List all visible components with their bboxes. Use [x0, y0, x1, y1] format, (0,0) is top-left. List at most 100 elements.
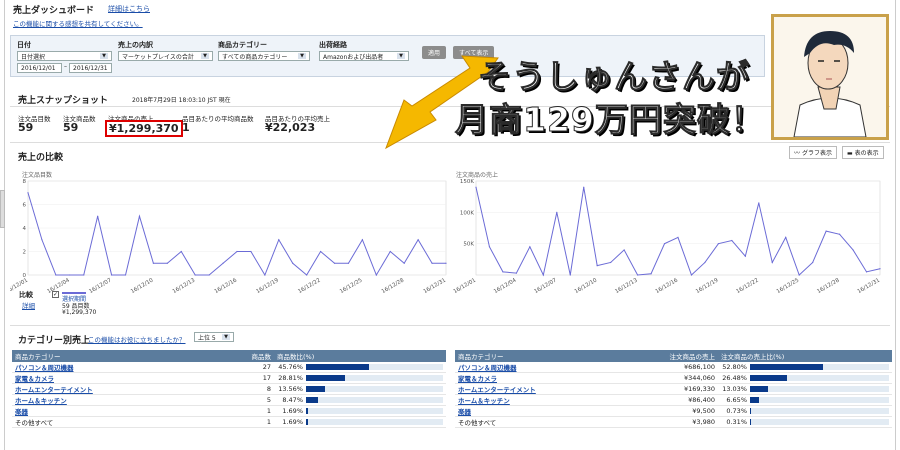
category-name-text[interactable]: 家電＆カメラ [458, 375, 497, 383]
banner-line2: 月商129万円突破！ [455, 100, 765, 140]
data-point [744, 255, 746, 257]
data-point [758, 202, 760, 204]
data-point [347, 262, 350, 264]
compare-detail-link[interactable]: 詳細 [22, 300, 35, 310]
date-to-input[interactable]: 2016/12/31 [69, 63, 112, 73]
category-pct: 28.81% [278, 374, 303, 382]
data-point [69, 274, 71, 276]
data-point [83, 274, 85, 276]
category-label: 商品カテゴリー [218, 41, 267, 49]
share-bar-fill [306, 419, 309, 425]
data-point [97, 215, 99, 217]
category-name-text: その他すべて [15, 419, 54, 427]
category-name[interactable]: ホームエンターテイメント [12, 383, 144, 395]
category-count: ¥344,060 [585, 372, 718, 384]
category-share: 0.73% [718, 405, 892, 417]
category-name[interactable]: 楽器 [12, 405, 144, 417]
side-collapse-handle[interactable] [0, 190, 5, 228]
metric-value: 59 [63, 121, 79, 134]
category-name-text: その他すべて [458, 419, 497, 427]
data-point [637, 274, 639, 276]
col-header[interactable]: 商品数 [144, 350, 274, 362]
category-count: ¥9,500 [585, 405, 718, 417]
category-name-text[interactable]: ホームエンターテイメント [458, 386, 536, 394]
category-name-text[interactable]: 楽器 [458, 408, 471, 416]
share-bar-fill [750, 397, 760, 403]
x-tick-label: 16/12/01 [453, 278, 477, 295]
data-point [865, 271, 868, 273]
breakdown-value: マーケットプレイスの合計 [122, 53, 194, 61]
category-title: カテゴリー別売上 [18, 336, 91, 346]
category-pct: 8.47% [282, 396, 303, 404]
data-point [650, 273, 652, 275]
category-name[interactable]: 楽器 [455, 405, 585, 417]
graph-view-button[interactable]: 〰 グラフ表示 [789, 146, 837, 159]
category-pct: 13.03% [722, 385, 747, 393]
category-count: 1 [144, 416, 274, 428]
top-n-select[interactable]: 上位 5 ▼ [194, 332, 234, 342]
category-pct: 13.56% [278, 385, 303, 393]
col-header[interactable]: 注文商品の売上 [585, 350, 718, 362]
feedback-link[interactable]: この機能に関する感想を共有してください。 [13, 18, 143, 28]
category-pct: 0.31% [726, 418, 747, 426]
category-name[interactable]: ホーム＆キッチン [12, 394, 144, 406]
period-checkbox[interactable]: ✓ [52, 291, 59, 298]
category-name[interactable]: パソコン＆周辺機器 [455, 362, 585, 373]
share-bar-fill [306, 386, 325, 392]
category-pct: 0.73% [726, 407, 747, 415]
category-share: 6.65% [718, 394, 892, 406]
category-name-text[interactable]: パソコン＆周辺機器 [458, 364, 517, 372]
col-header[interactable]: 商品カテゴリー [12, 350, 144, 362]
category-name-text[interactable]: ホーム＆キッチン [15, 397, 67, 405]
share-bar [750, 386, 889, 392]
breakdown-select[interactable]: マーケットプレイスの合計 ▼ [118, 51, 213, 61]
share-bar [750, 364, 889, 370]
table-view-button[interactable]: ▬ 表の表示 [842, 146, 884, 159]
category-pct: 26.48% [722, 374, 747, 382]
data-point [771, 261, 773, 264]
category-count: 27 [144, 362, 274, 373]
y-tick-label: 100K [460, 210, 474, 216]
data-point [556, 211, 558, 213]
date-from-input[interactable]: 2016/12/01 [17, 63, 62, 73]
divider [10, 325, 890, 326]
data-point [529, 246, 531, 248]
category-share: 52.80% [718, 362, 892, 373]
category-pct: 52.80% [722, 363, 747, 371]
category-name-text[interactable]: 楽器 [15, 408, 28, 416]
category-name[interactable]: パソコン＆周辺機器 [12, 362, 144, 373]
chevron-down-icon: ▼ [222, 334, 230, 340]
category-name-text[interactable]: ホーム＆キッチン [458, 397, 510, 405]
details-link[interactable]: 詳細はこちら [108, 4, 150, 14]
data-point [389, 250, 391, 253]
date-preset-select[interactable]: 日付選択 ▼ [17, 51, 112, 61]
helpful-link[interactable]: この機能はお役に立ちましたか？ [88, 334, 186, 344]
x-tick-label: 16/12/25 [339, 277, 364, 295]
x-tick-label: 16/12/16 [655, 277, 680, 295]
x-tick-label: 16/12/10 [574, 277, 599, 295]
data-point [278, 239, 280, 241]
category-name: その他すべて [455, 416, 585, 428]
metric-value: 1 [182, 121, 190, 134]
table-row: ホームエンターテイメント ¥169,330 13.03% [455, 383, 892, 395]
data-point [361, 239, 363, 241]
col-header[interactable]: 注文商品の売上比(%) [718, 350, 892, 362]
category-name-text[interactable]: パソコン＆周辺機器 [15, 364, 74, 372]
category-name[interactable]: ホーム＆キッチン [455, 394, 585, 406]
data-point [690, 274, 693, 276]
col-header[interactable]: 商品カテゴリー [455, 350, 585, 362]
category-name[interactable]: 家電＆カメラ [12, 372, 144, 384]
category-name[interactable]: 家電＆カメラ [455, 372, 585, 384]
snapshot-title: 売上スナップショット [18, 96, 109, 106]
category-name[interactable]: ホームエンターテイメント [455, 383, 585, 395]
category-select[interactable]: すべての商品カテゴリー ▼ [218, 51, 310, 61]
data-point [27, 192, 29, 194]
category-name-text[interactable]: 家電＆カメラ [15, 375, 54, 383]
category-sales-table: 商品カテゴリー 注文商品の売上 注文商品の売上比(%) パソコン＆周辺機器 ¥68… [455, 350, 892, 428]
col-header[interactable]: 商品数比(%) [274, 350, 446, 362]
table-row: ホーム＆キッチン ¥86,400 6.65% [455, 394, 892, 406]
category-share: 8.47% [274, 394, 446, 406]
category-name-text[interactable]: ホームエンターテイメント [15, 386, 93, 394]
category-share: 1.69% [274, 405, 446, 417]
data-point [250, 250, 252, 253]
